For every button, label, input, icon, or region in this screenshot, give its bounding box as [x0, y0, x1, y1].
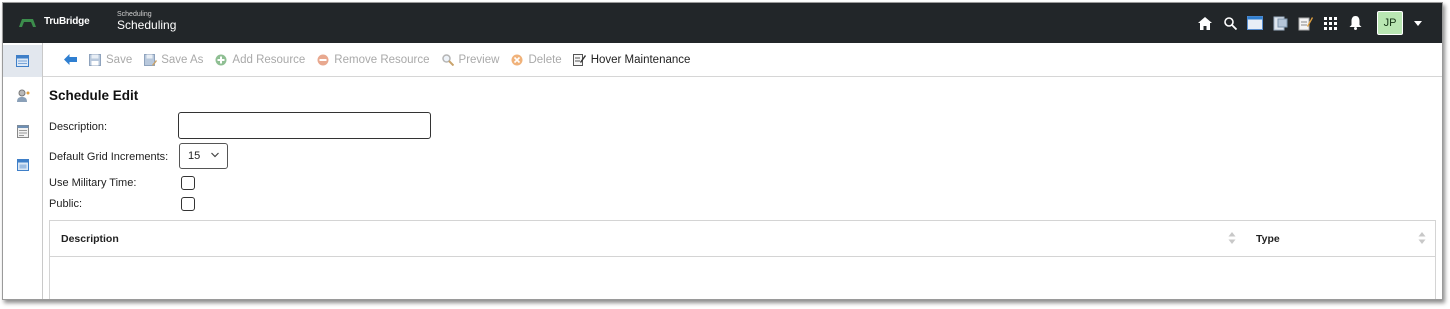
- delete-label: Delete: [528, 53, 562, 66]
- grid-increments-label: Default Grid Increments:: [49, 151, 169, 163]
- military-time-checkbox[interactable]: [181, 176, 195, 190]
- user-avatar[interactable]: JP: [1377, 11, 1403, 35]
- grid-increments-value: 15: [188, 150, 201, 162]
- grid-increments-select[interactable]: 15: [179, 143, 228, 169]
- magnifier-icon: [441, 53, 455, 67]
- resource-table: Description Type: [49, 220, 1436, 299]
- edit-note-icon: [573, 53, 587, 67]
- module-name: Scheduling: [117, 18, 177, 32]
- logo-text: TruBridge: [44, 16, 90, 27]
- logo[interactable]: TruBridge: [19, 16, 90, 27]
- sidebar-item-calendar[interactable]: [3, 45, 42, 77]
- sort-icon[interactable]: [1418, 231, 1426, 245]
- description-input[interactable]: [178, 112, 431, 139]
- sort-icon[interactable]: [1228, 231, 1236, 245]
- app-window: TruBridge Scheduling Scheduling JP Save …: [2, 2, 1443, 300]
- calendar-icon: [16, 55, 29, 67]
- hover-maintenance-button[interactable]: Hover Maintenance: [573, 53, 691, 67]
- top-header: TruBridge Scheduling Scheduling JP: [3, 3, 1442, 43]
- chevron-down-icon: [211, 152, 219, 158]
- save-button[interactable]: Save: [88, 53, 132, 67]
- chevron-down-icon[interactable]: [1414, 20, 1422, 26]
- notes-icon[interactable]: [1297, 15, 1313, 31]
- back-button[interactable]: [63, 53, 77, 67]
- module-subtitle: Scheduling: [117, 11, 152, 18]
- schedule-list-icon: [16, 124, 29, 138]
- save-as-icon: [143, 53, 157, 67]
- table-header: Description Type: [50, 221, 1435, 257]
- save-as-label: Save As: [161, 53, 204, 66]
- left-sidebar: [3, 43, 43, 299]
- apps-grid-icon[interactable]: [1322, 15, 1338, 31]
- action-toolbar: Save Save As Add Resource Remove Resourc…: [43, 43, 1442, 77]
- remove-resource-label: Remove Resource: [334, 53, 430, 66]
- doctor-icon: [16, 89, 29, 102]
- preview-button[interactable]: Preview: [441, 53, 500, 67]
- preview-label: Preview: [458, 53, 500, 66]
- trubridge-logo-icon: [19, 18, 36, 27]
- delete-button[interactable]: Delete: [510, 53, 562, 67]
- page-title: Schedule Edit: [49, 88, 139, 103]
- remove-circle-icon: [316, 53, 330, 67]
- header-actions: JP: [1197, 11, 1422, 35]
- sidebar-item-schedule-list[interactable]: [3, 115, 42, 147]
- add-circle-icon: [214, 53, 228, 67]
- module-title: Scheduling Scheduling: [117, 11, 176, 31]
- add-resource-button[interactable]: Add Resource: [214, 53, 305, 67]
- military-time-label: Use Military Time:: [49, 177, 137, 189]
- home-icon[interactable]: [1197, 15, 1213, 31]
- bell-icon[interactable]: [1347, 15, 1363, 31]
- sidebar-item-grid-view[interactable]: [3, 149, 42, 181]
- window-icon[interactable]: [1247, 15, 1263, 31]
- public-label: Public:: [49, 198, 83, 210]
- hover-maintenance-label: Hover Maintenance: [590, 53, 691, 66]
- description-label: Description:: [49, 121, 108, 133]
- column-header-description[interactable]: Description: [61, 233, 119, 245]
- column-header-type[interactable]: Type: [1256, 233, 1280, 245]
- save-icon: [88, 53, 102, 67]
- save-label: Save: [106, 53, 133, 66]
- delete-icon: [510, 53, 524, 67]
- grid-view-icon: [16, 159, 29, 171]
- back-arrow-icon: [63, 53, 77, 67]
- sidebar-item-doctor[interactable]: [3, 80, 42, 112]
- remove-resource-button[interactable]: Remove Resource: [316, 53, 430, 67]
- add-resource-label: Add Resource: [232, 53, 306, 66]
- main-content: Schedule Edit Description: Default Grid …: [49, 77, 1436, 299]
- public-checkbox[interactable]: [181, 197, 195, 211]
- search-icon[interactable]: [1222, 15, 1238, 31]
- save-as-button[interactable]: Save As: [143, 53, 203, 67]
- document-icon[interactable]: [1272, 15, 1288, 31]
